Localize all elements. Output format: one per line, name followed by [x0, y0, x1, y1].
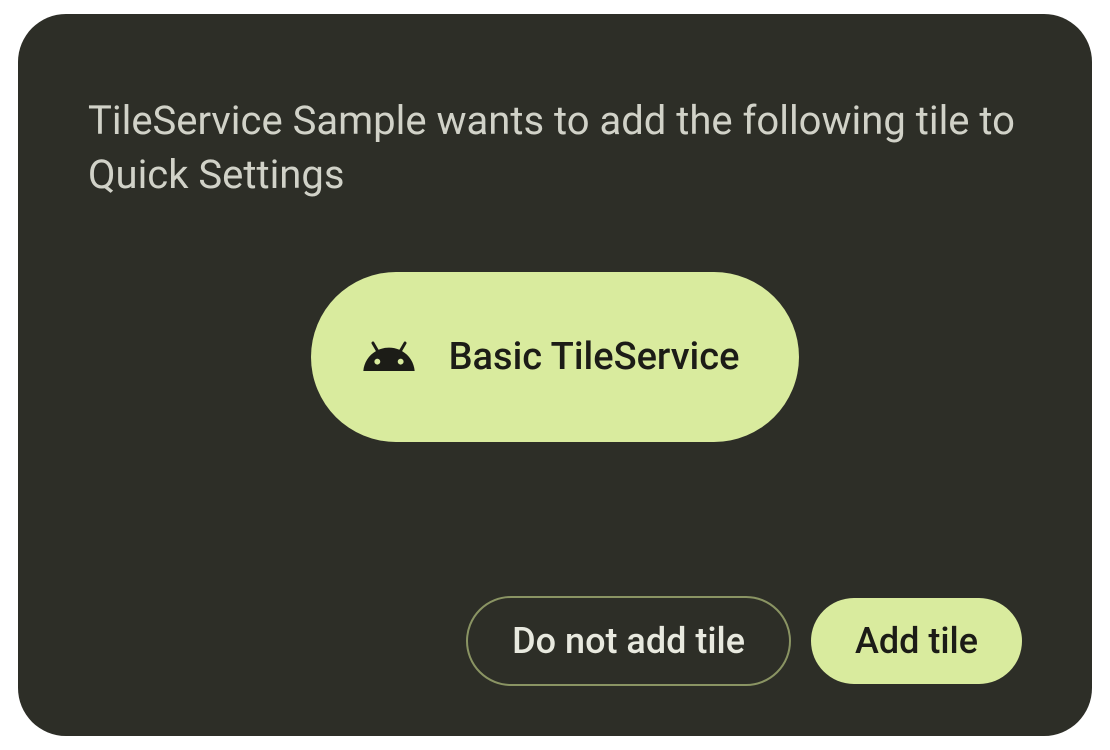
dialog-message: TileService Sample wants to add the foll…	[88, 94, 1022, 202]
add-tile-dialog: TileService Sample wants to add the foll…	[18, 14, 1092, 736]
add-tile-button[interactable]: Add tile	[811, 598, 1022, 684]
tile-label: Basic TileService	[449, 335, 740, 379]
android-head-icon	[361, 329, 417, 385]
tile-preview: Basic TileService	[311, 272, 800, 442]
do-not-add-tile-button[interactable]: Do not add tile	[466, 596, 791, 686]
button-row: Do not add tile Add tile	[88, 596, 1022, 686]
tile-preview-wrapper: Basic TileService	[88, 272, 1022, 596]
